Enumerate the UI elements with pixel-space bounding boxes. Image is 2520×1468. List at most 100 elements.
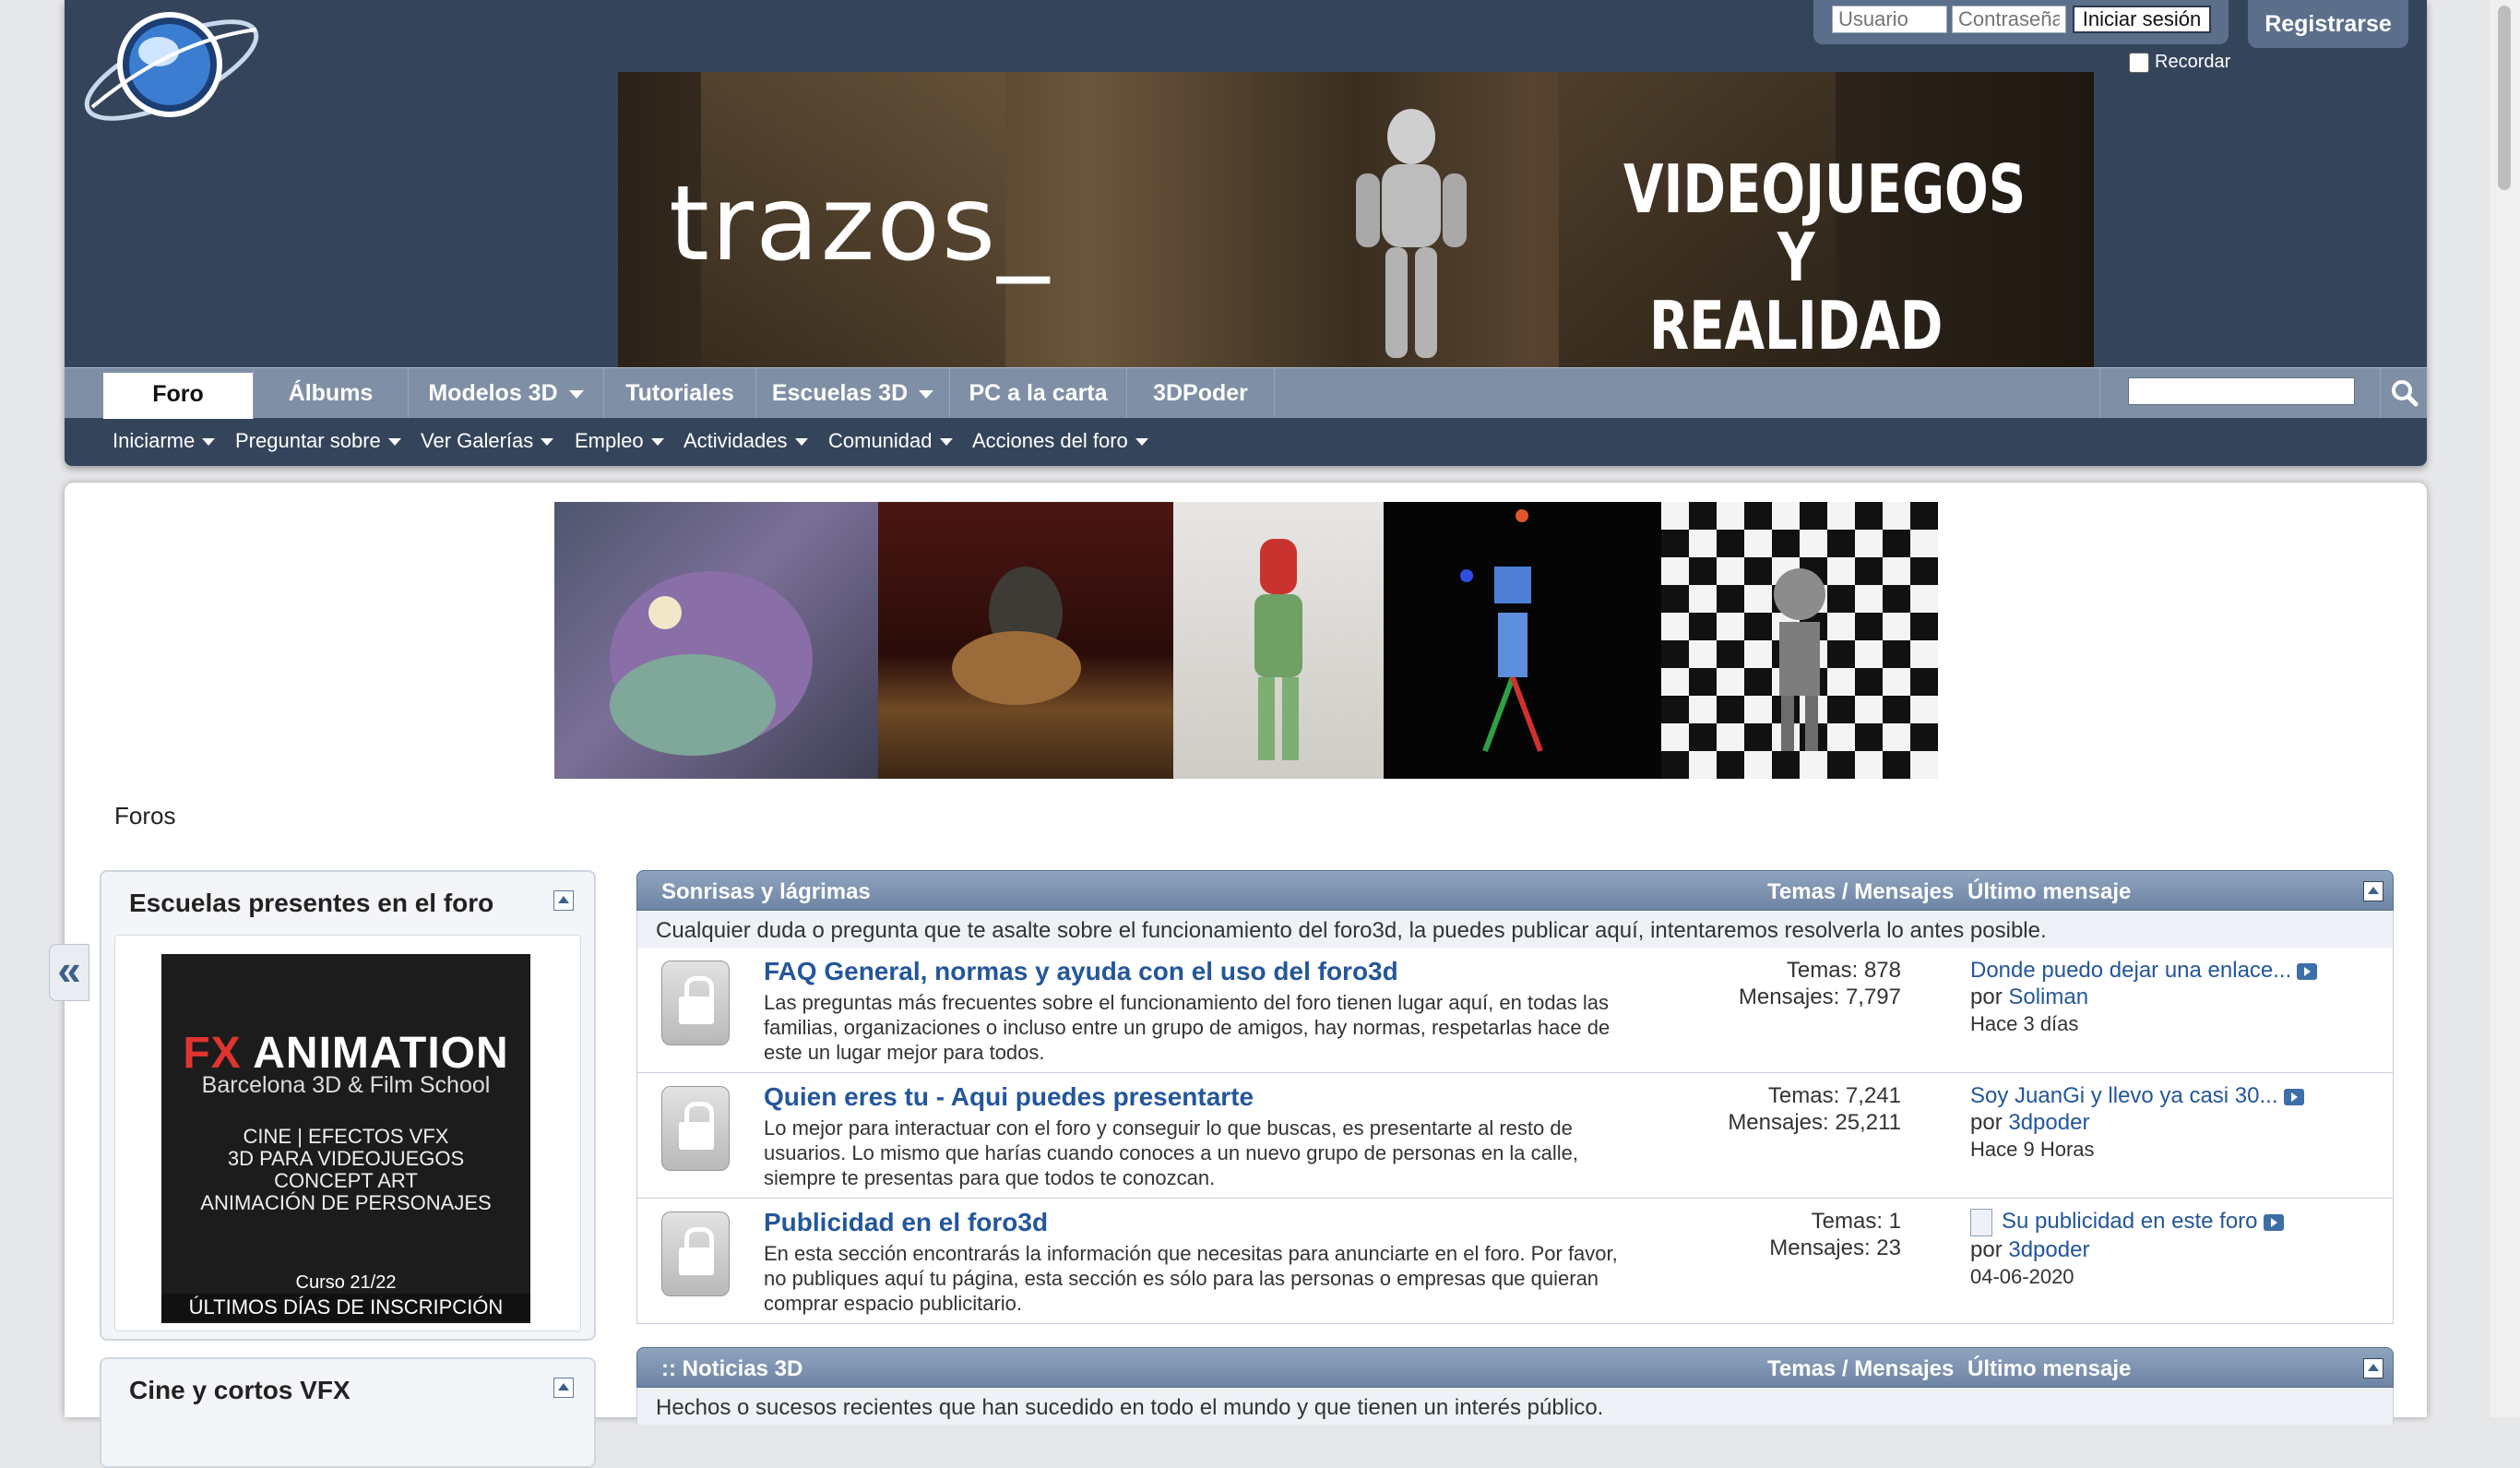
- collapse-icon[interactable]: [553, 1378, 574, 1398]
- chevron-down-icon: [202, 438, 216, 447]
- scrollbar-thumb[interactable]: [2498, 6, 2511, 190]
- page-scrollbar[interactable]: [2490, 0, 2520, 1417]
- chevron-down-icon: [919, 389, 934, 399]
- last-post-time: 04-06-2020: [1970, 1264, 2074, 1288]
- last-post-user[interactable]: 3dpoder: [2008, 1110, 2089, 1135]
- forum-title-link[interactable]: Publicidad en el foro3d: [764, 1208, 1048, 1237]
- subnav-ver-galerias[interactable]: Ver Galerías: [421, 429, 554, 453]
- subnav-acciones-del-foro[interactable]: Acciones del foro: [972, 429, 1148, 453]
- gallery-image-creature[interactable]: [554, 502, 878, 779]
- last-post-link[interactable]: Soy JuanGi y llevo ya casi 30...: [1970, 1083, 2278, 1108]
- tab-label: Escuelas 3D: [771, 380, 909, 406]
- subnav-label: Preguntar sobre: [235, 429, 381, 452]
- nav-search-area: [2099, 368, 2377, 418]
- forum-posts: Mensajes: 23: [1769, 1235, 1901, 1260]
- forum-topics: Temas: 1: [1811, 1209, 1901, 1234]
- category-title[interactable]: :: Noticias 3D: [661, 1356, 802, 1382]
- ad-lines: CINE | EFECTOS VFX 3D PARA VIDEOJUEGOS C…: [161, 1126, 530, 1214]
- search-button[interactable]: [2380, 368, 2428, 418]
- chevron-down-icon: [1135, 438, 1148, 447]
- gallery-image-guitarist[interactable]: [878, 502, 1173, 779]
- ad-line: CONCEPT ART: [274, 1169, 418, 1192]
- chevron-down-icon: [568, 389, 584, 399]
- subnav-iniciarme[interactable]: Iniciarme: [113, 429, 216, 453]
- subnav-preguntar-sobre[interactable]: Preguntar sobre: [235, 429, 401, 453]
- site-logo[interactable]: [74, 4, 269, 133]
- forum-topics: Temas: 7,241: [1767, 1083, 1901, 1108]
- sidebar: Escuelas presentes en el foro FX ANIMATI…: [100, 870, 598, 1468]
- forum-locked-icon: [661, 1086, 730, 1171]
- search-input[interactable]: [2128, 377, 2355, 405]
- header-banner[interactable]: trazos_ VIDEOJUEGOS Y REALIDAD VIRTUAL: [618, 72, 2094, 367]
- tab-escuelas-3d[interactable]: Escuelas 3D: [756, 368, 950, 418]
- subnav-actividades[interactable]: Actividades: [683, 429, 808, 453]
- fx-animation-ad[interactable]: FX ANIMATION Barcelona 3D & Film School …: [161, 954, 530, 1323]
- tab-foro[interactable]: Foro: [103, 368, 254, 419]
- last-post-user[interactable]: 3dpoder: [2008, 1237, 2089, 1262]
- go-to-post-icon[interactable]: [2297, 962, 2318, 980]
- ad-brand-rest: ANIMATION: [253, 1029, 509, 1078]
- subnav-label: Actividades: [683, 429, 788, 452]
- login-box: Iniciar sesión: [1813, 0, 2229, 44]
- forum-title-link[interactable]: Quien eres tu - Aqui puedes presentarte: [764, 1082, 1254, 1112]
- last-post-by: por: [1970, 1236, 2003, 1262]
- last-post-user[interactable]: Soliman: [2008, 985, 2088, 1009]
- breadcrumb[interactable]: Foros: [114, 802, 175, 830]
- checkbox-icon[interactable]: [2129, 52, 2149, 73]
- ad-line: CINE | EFECTOS VFX: [243, 1125, 449, 1148]
- forum-title-link[interactable]: FAQ General, normas y ayuda con el uso d…: [764, 957, 1398, 986]
- gallery-strip[interactable]: [554, 502, 1938, 779]
- last-post-link[interactable]: Su publicidad en este foro: [2002, 1209, 2258, 1234]
- collapse-icon[interactable]: [2363, 881, 2383, 901]
- tab-3dpoder[interactable]: 3DPoder: [1127, 368, 1275, 418]
- forum-row: Publicidad en el foro3d En esta sección …: [636, 1199, 2394, 1324]
- go-to-post-icon[interactable]: [2263, 1213, 2284, 1231]
- column-last-post: Último mensaje: [1967, 879, 2132, 904]
- tab-modelos-3d[interactable]: Modelos 3D: [409, 368, 604, 418]
- tab-label: Modelos 3D: [428, 380, 558, 406]
- search-icon: [2392, 380, 2419, 407]
- forum-locked-icon: [661, 1211, 730, 1296]
- tab-label: 3DPoder: [1153, 380, 1248, 406]
- register-button[interactable]: Registrarse: [2248, 0, 2408, 48]
- tab-tutoriales[interactable]: Tutoriales: [604, 368, 756, 418]
- username-field[interactable]: [1832, 6, 1947, 33]
- collapse-icon[interactable]: [2363, 1358, 2383, 1378]
- subnav-comunidad[interactable]: Comunidad: [828, 429, 953, 453]
- tab-albums[interactable]: Álbums: [254, 368, 409, 418]
- collapse-icon[interactable]: [553, 890, 574, 911]
- remember-checkbox[interactable]: Recordar: [2129, 52, 2230, 73]
- category-header: :: Noticias 3D Temas / Mensajes Último m…: [636, 1347, 2394, 1388]
- chevron-down-icon: [541, 438, 554, 447]
- subnav-label: Iniciarme: [113, 429, 196, 452]
- double-chevron-left-icon: «: [57, 946, 81, 994]
- gallery-image-warrior[interactable]: [1173, 502, 1384, 779]
- subnav-label: Ver Galerías: [421, 429, 534, 452]
- ad-subtitle: Barcelona 3D & Film School: [201, 1072, 491, 1098]
- ad-line: 3D PARA VIDEOJUEGOS: [227, 1147, 465, 1170]
- remember-label: Recordar: [2155, 52, 2231, 72]
- forum-stats: Temas: 878 Mensajes: 7,797: [1560, 957, 1901, 1010]
- category-title[interactable]: Sonrisas y lágrimas: [661, 879, 871, 905]
- last-post: Soy JuanGi y llevo ya casi 30... por 3dp…: [1970, 1082, 2385, 1163]
- gallery-image-juggler[interactable]: [1384, 502, 1661, 779]
- sidebar-block-title: Cine y cortos VFX: [129, 1376, 351, 1404]
- forum-description: Lo mejor para interactuar con el foro y …: [764, 1116, 1579, 1189]
- collapse-sidebar-button[interactable]: «: [49, 944, 89, 1001]
- sub-nav: Iniciarme Preguntar sobre Ver Galerías E…: [65, 417, 2427, 466]
- chevron-down-icon: [794, 438, 808, 447]
- go-to-post-icon[interactable]: [2283, 1088, 2304, 1105]
- subnav-label: Empleo: [575, 429, 644, 452]
- juggler-image: [1460, 509, 1543, 753]
- forum-posts: Mensajes: 7,797: [1738, 985, 1901, 1009]
- forum-topics: Temas: 878: [1786, 958, 1901, 983]
- login-button[interactable]: Iniciar sesión: [2073, 6, 2211, 33]
- chevron-down-icon: [939, 438, 953, 447]
- last-post-by: por: [1970, 985, 2003, 1009]
- subnav-empleo[interactable]: Empleo: [575, 429, 664, 453]
- password-field[interactable]: [1952, 6, 2066, 33]
- ad-deadline: ÚLTIMOS DÍAS DE INSCRIPCIÓN: [161, 1294, 530, 1321]
- tab-pc-a-la-carta[interactable]: PC a la carta: [950, 368, 1127, 418]
- last-post-link[interactable]: Donde puedo dejar una enlace...: [1970, 958, 2291, 983]
- gallery-image-robot[interactable]: [1661, 502, 1938, 779]
